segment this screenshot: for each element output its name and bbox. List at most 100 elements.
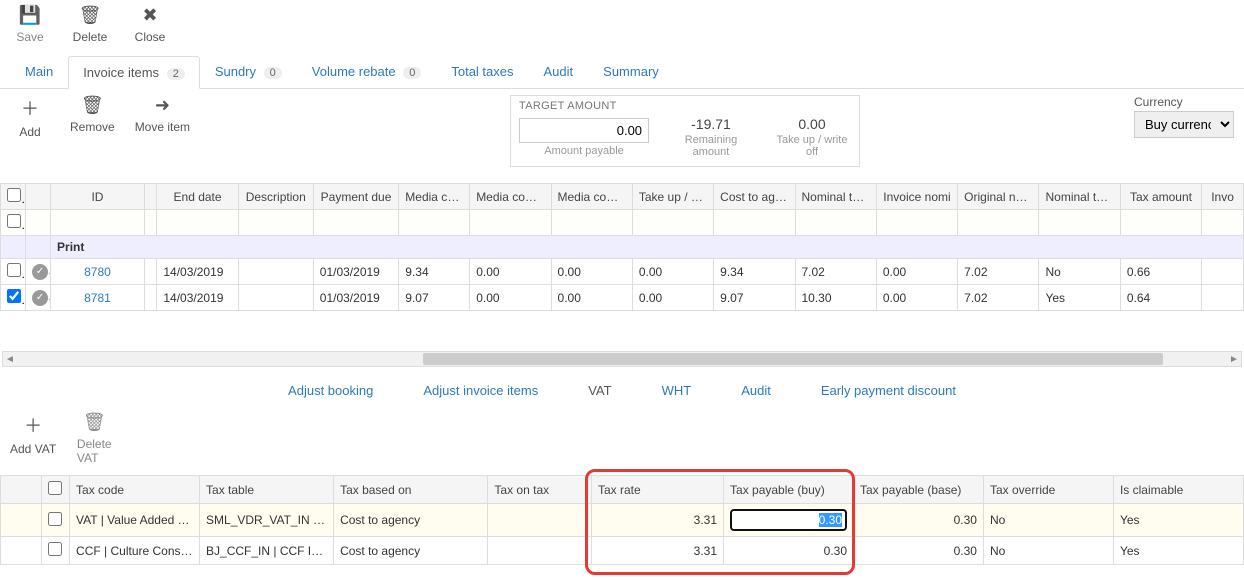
header-media-cost[interactable]: Media cost <box>399 184 470 210</box>
row-on: 7.02 <box>958 285 1039 311</box>
cell-tax-payable-base: 0.30 <box>854 537 984 565</box>
row-tu: 0.00 <box>632 259 713 285</box>
cell-tax-based-on: Cost to agency <box>334 504 488 537</box>
vheader-tax-override[interactable]: Tax override <box>983 476 1113 504</box>
cell-tax-override: No <box>983 537 1113 565</box>
currency-select[interactable]: Buy currency <box>1134 111 1234 138</box>
header-original-nomi[interactable]: Original nomi <box>958 184 1039 210</box>
vat-row[interactable]: VAT | Value Added Tax SML_VDR_VAT_IN |… … <box>1 504 1244 537</box>
tab-volume-badge: 0 <box>403 67 421 79</box>
scroll-right-arrow-icon[interactable]: ► <box>1227 352 1241 366</box>
scroll-left-arrow-icon[interactable]: ◄ <box>3 352 17 366</box>
header-payment-due[interactable]: Payment due <box>313 184 399 210</box>
vat-grid: Tax code Tax table Tax based on Tax on t… <box>0 475 1244 565</box>
row-mcm1: 0.00 <box>470 285 551 311</box>
vheader-tax-table[interactable]: Tax table <box>200 476 334 504</box>
tab-summary[interactable]: Summary <box>588 55 674 88</box>
vheader-checkbox[interactable] <box>41 476 69 504</box>
filter-checkbox[interactable] <box>7 214 21 228</box>
header-desc[interactable]: Description <box>238 184 313 210</box>
vheader-spacer <box>1 476 42 504</box>
vheader-tax-based-on[interactable]: Tax based on <box>334 476 488 504</box>
move-item-button[interactable]: ➜ Move item <box>135 95 190 139</box>
close-button[interactable]: ✖ Close <box>130 5 170 44</box>
trash-icon: 🗑 <box>83 412 106 433</box>
subtab-epd[interactable]: Early payment discount <box>821 383 956 398</box>
tab-audit[interactable]: Audit <box>529 55 589 88</box>
tab-main[interactable]: Main <box>10 55 68 88</box>
tab-volume-rebate[interactable]: Volume rebate 0 <box>297 55 437 88</box>
tax-payable-buy-input[interactable] <box>730 509 847 531</box>
header-id[interactable]: ID <box>51 184 145 210</box>
save-button[interactable]: 💾 Save <box>10 5 50 44</box>
vheader-tax-code[interactable]: Tax code <box>70 476 200 504</box>
vheader-tax-rate[interactable]: Tax rate <box>592 476 724 504</box>
tab-total-taxes[interactable]: Total taxes <box>436 55 528 88</box>
header-inv[interactable]: Invo <box>1202 184 1244 210</box>
row-cta: 9.34 <box>714 259 795 285</box>
subtab-adjust-booking[interactable]: Adjust booking <box>288 383 373 398</box>
header-takeup[interactable]: Take up / writ <box>632 184 713 210</box>
add-vat-label: Add VAT <box>10 442 56 456</box>
delete-vat-button[interactable]: 🗑 Delete VAT <box>74 412 114 465</box>
vat-row-checkbox[interactable] <box>48 512 62 526</box>
vheader-tax-payable-buy[interactable]: Tax payable (buy) <box>724 476 854 504</box>
cell-tax-on-tax <box>488 537 592 565</box>
header-media-comm2[interactable]: Media commi <box>551 184 632 210</box>
row-ntr: 10.30 <box>795 285 876 311</box>
subtab-vat[interactable]: VAT <box>588 383 611 398</box>
row-mcm2: 0.00 <box>551 259 632 285</box>
currency-label: Currency <box>1134 95 1234 109</box>
amount-payable-input[interactable] <box>519 118 649 143</box>
row-mc: 9.34 <box>399 259 470 285</box>
table-row[interactable]: ✓ 8781 14/03/2019 01/03/2019 9.07 0.00 0… <box>1 285 1244 311</box>
cell-tax-table: BJ_CCF_IN | CCF I… <box>200 537 334 565</box>
scroll-thumb[interactable] <box>423 353 1163 365</box>
add-vat-button[interactable]: ＋ Add VAT <box>10 412 56 465</box>
row-desc <box>238 285 313 311</box>
delete-label: Delete <box>73 30 108 44</box>
vat-row[interactable]: CCF | Culture Cons… BJ_CCF_IN | CCF I… C… <box>1 537 1244 565</box>
delete-button[interactable]: 🗑 Delete <box>70 5 110 44</box>
header-cost-agency[interactable]: Cost to agenc <box>714 184 795 210</box>
delete-vat-label: Delete VAT <box>77 437 112 465</box>
header-nominal-tax-c[interactable]: Nominal tax c <box>1039 184 1120 210</box>
main-tabs: Main Invoice items 2 Sundry 0 Volume reb… <box>0 55 1244 89</box>
tab-invoice-items[interactable]: Invoice items 2 <box>68 56 200 89</box>
row-end: 14/03/2019 <box>157 285 238 311</box>
subtab-wht[interactable]: WHT <box>662 383 692 398</box>
vheader-tax-on-tax[interactable]: Tax on tax <box>488 476 592 504</box>
add-button[interactable]: ＋ Add <box>10 95 50 139</box>
cell-tax-payable-buy-edit[interactable] <box>724 504 854 537</box>
group-row-print[interactable]: Print <box>1 236 1244 259</box>
vheader-tax-payable-base[interactable]: Tax payable (base) <box>854 476 984 504</box>
header-media-comm1[interactable]: Media commi <box>470 184 551 210</box>
vheader-is-claimable[interactable]: Is claimable <box>1113 476 1243 504</box>
header-tax-amount[interactable]: Tax amount <box>1120 184 1201 210</box>
status-ok-icon: ✓ <box>32 290 48 306</box>
grid-horizontal-scrollbar[interactable]: ◄ ► <box>2 351 1242 367</box>
currency-panel: Currency Buy currency <box>1134 95 1234 138</box>
grid-toolbar: ＋ Add 🗑 Remove ➜ Move item <box>10 95 190 139</box>
cell-tax-override: No <box>983 504 1113 537</box>
detail-sub-tabs: Adjust booking Adjust invoice items VAT … <box>0 383 1244 398</box>
header-invoice-nomi[interactable]: Invoice nomi <box>876 184 957 210</box>
subtab-adjust-invoice[interactable]: Adjust invoice items <box>423 383 538 398</box>
row-checkbox[interactable] <box>7 289 21 303</box>
header-end[interactable]: End date <box>157 184 238 210</box>
subtab-audit[interactable]: Audit <box>741 383 771 398</box>
takeup-label: Take up / write off <box>773 134 851 158</box>
close-label: Close <box>135 30 166 44</box>
table-row[interactable]: ✓ 8780 14/03/2019 01/03/2019 9.34 0.00 0… <box>1 259 1244 285</box>
tab-sundry[interactable]: Sundry 0 <box>200 55 297 88</box>
vat-row-checkbox[interactable] <box>48 542 62 556</box>
row-ta: 0.66 <box>1120 259 1201 285</box>
remove-button[interactable]: 🗑 Remove <box>70 95 115 139</box>
cell-tax-payable-buy: 0.30 <box>724 537 854 565</box>
grid-filter-row[interactable] <box>1 210 1244 236</box>
row-id-link[interactable]: 8780 <box>51 259 145 285</box>
header-checkbox[interactable] <box>1 184 26 210</box>
header-nominal-tax-r[interactable]: Nominal tax r <box>795 184 876 210</box>
row-checkbox[interactable] <box>7 263 21 277</box>
row-id-link[interactable]: 8781 <box>51 285 145 311</box>
